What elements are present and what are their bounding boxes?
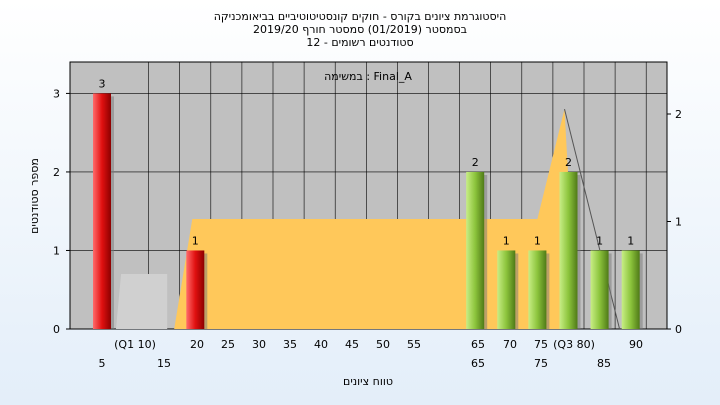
y2-tick-label: 0 [675, 323, 682, 336]
bar-value-label: 1 [503, 234, 510, 247]
x-tick-label: (Q1 10) [114, 338, 156, 351]
bar [93, 93, 111, 329]
x-tick-label: 90 [629, 338, 643, 351]
x-tick-label: 45 [345, 338, 359, 351]
y-axis-label: מספר סטודנטים [28, 158, 41, 234]
bar-value-label: 1 [627, 234, 634, 247]
bar [559, 171, 578, 329]
grey-distribution-box [116, 274, 168, 329]
x-tick-label: 50 [376, 338, 390, 351]
x-tick-label: 20 [190, 338, 204, 351]
x-axis-label: טווח ציונים [343, 375, 393, 388]
x-tick-label-lower: 75 [534, 357, 548, 370]
x-tick-label: 35 [283, 338, 297, 351]
bar [466, 171, 485, 329]
y2-tick-label: 1 [675, 216, 682, 229]
x-tick-label-lower: 5 [99, 357, 106, 370]
x-tick-label: 40 [314, 338, 328, 351]
bar [528, 250, 547, 329]
x-tick-label: 70 [503, 338, 517, 351]
x-tick-label-lower: 85 [597, 357, 611, 370]
x-tick-label: 75 [534, 338, 548, 351]
x-tick-label: 65 [471, 338, 485, 351]
histogram-chart: 3 1 2 1 1 2 1 1 0 1 2 3 0 1 2 (Q1 10) 20 25 30 35 40 45 50 5… [28, 61, 682, 388]
bar [621, 250, 640, 329]
task-label: במשימה : Final_A [324, 70, 412, 83]
x-tick-label-lower: 15 [157, 357, 171, 370]
x-tick-label-lower: 65 [471, 357, 485, 370]
y-tick-label: 0 [53, 323, 60, 336]
bar [497, 250, 516, 329]
y-tick-label: 3 [53, 87, 60, 100]
bar-value-label: 1 [534, 234, 541, 247]
bar-value-label: 3 [99, 77, 106, 90]
bar-value-label: 1 [192, 234, 199, 247]
y-tick-label: 2 [53, 166, 60, 179]
y-tick-label: 1 [53, 244, 60, 257]
x-tick-label: 55 [407, 338, 421, 351]
x-tick-label: 30 [252, 338, 266, 351]
bar [186, 250, 205, 329]
x-tick-label: (Q3 80) [553, 338, 595, 351]
x-tick-label: 25 [221, 338, 235, 351]
bar-value-label: 2 [565, 156, 572, 169]
bar [590, 250, 609, 329]
bar-value-label: 1 [596, 234, 603, 247]
y2-tick-label: 2 [675, 108, 682, 121]
bar-value-label: 2 [472, 156, 479, 169]
